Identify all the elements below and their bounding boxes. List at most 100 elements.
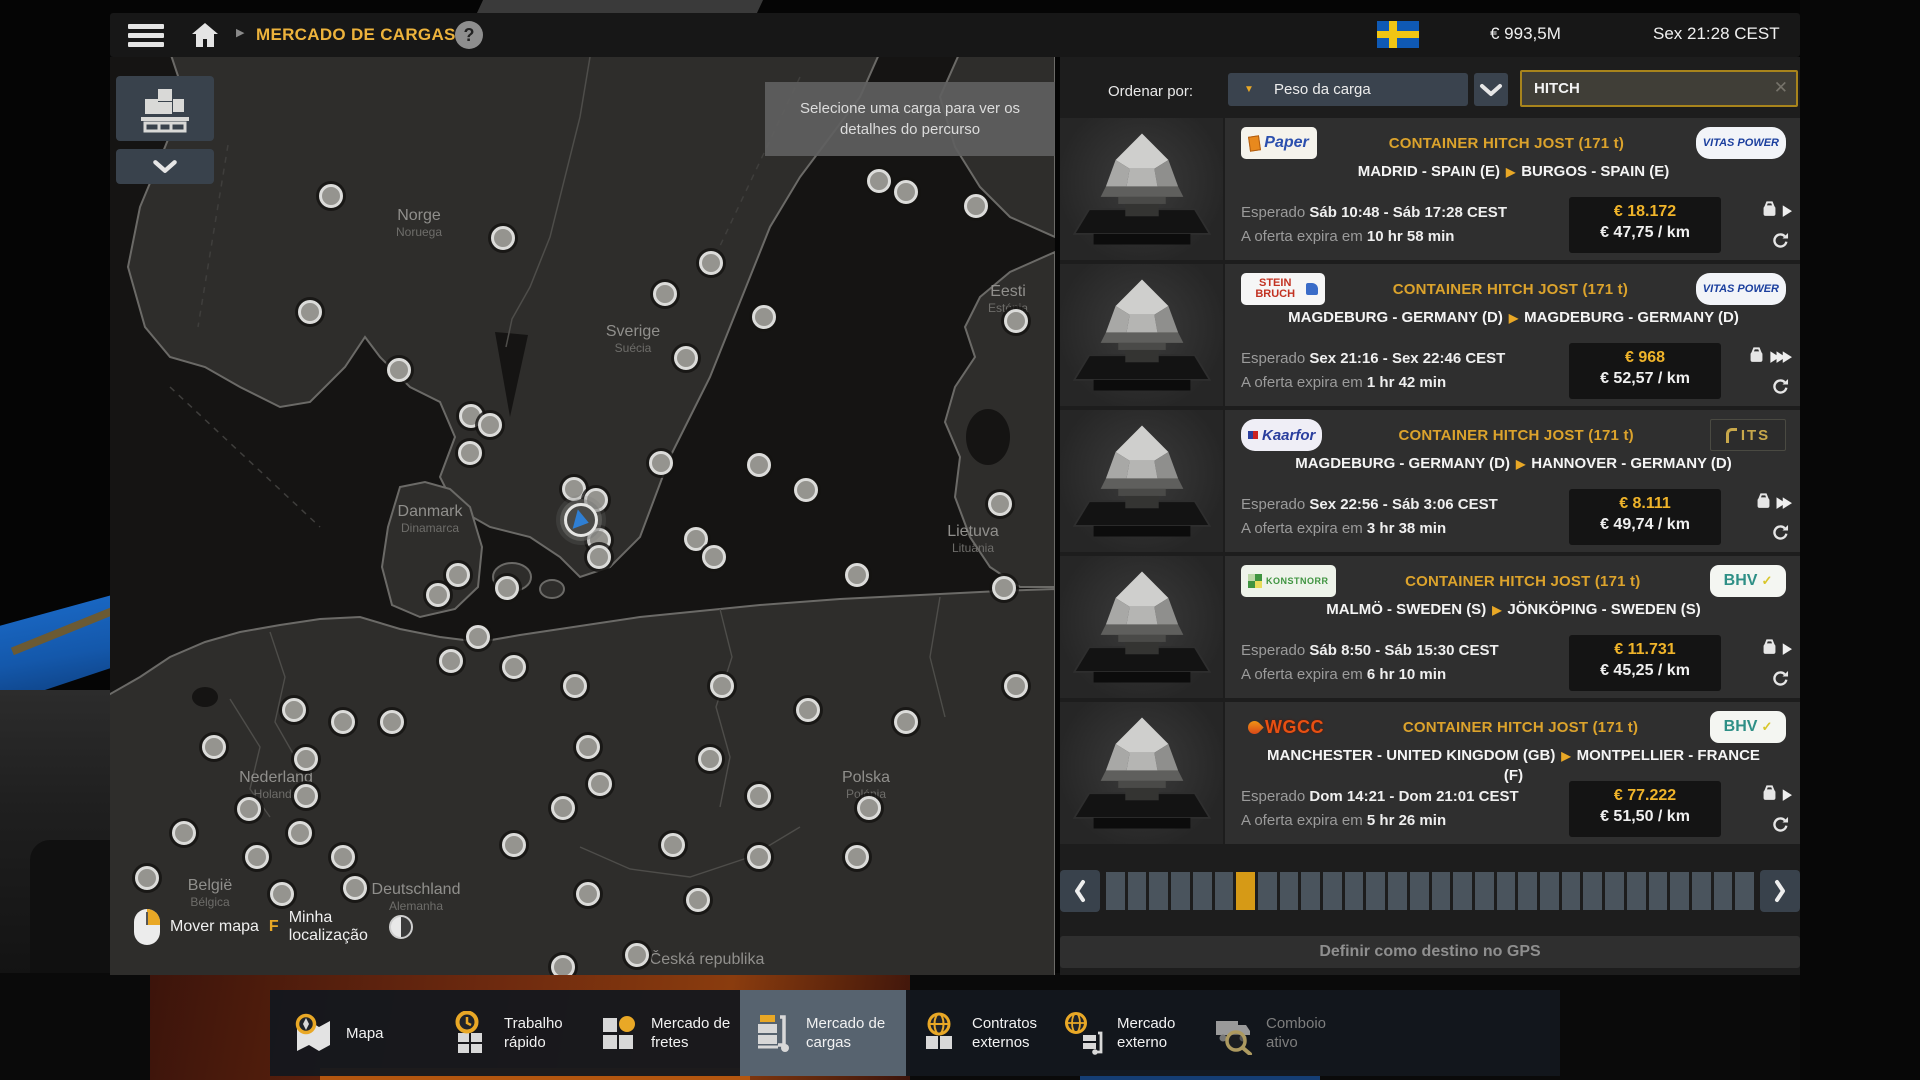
previous-page-button[interactable] — [1060, 870, 1100, 912]
city-dot[interactable] — [845, 563, 869, 587]
city-dot[interactable] — [288, 821, 312, 845]
city-dot[interactable] — [387, 358, 411, 382]
city-dot[interactable] — [576, 882, 600, 906]
nav-item-comboio-ativo[interactable]: Comboio ativo — [1200, 990, 1370, 1076]
menu-icon[interactable] — [128, 24, 164, 47]
city-dot[interactable] — [491, 226, 515, 250]
city-dot[interactable] — [135, 866, 159, 890]
page-block[interactable] — [1540, 872, 1559, 910]
city-dot[interactable] — [894, 180, 918, 204]
page-block[interactable] — [1388, 872, 1407, 910]
nav-item-trabalho-rapido[interactable]: Trabalho rápido — [438, 990, 608, 1076]
city-dot[interactable] — [478, 413, 502, 437]
city-dot[interactable] — [587, 545, 611, 569]
city-dot[interactable] — [298, 300, 322, 324]
home-icon[interactable] — [190, 21, 220, 49]
page-block[interactable] — [1323, 872, 1342, 910]
city-dot[interactable] — [495, 576, 519, 600]
city-dot[interactable] — [674, 346, 698, 370]
city-dot[interactable] — [282, 698, 306, 722]
page-block[interactable] — [1366, 872, 1385, 910]
city-dot[interactable] — [502, 655, 526, 679]
city-dot[interactable] — [563, 674, 587, 698]
page-block[interactable] — [1106, 872, 1125, 910]
city-dot[interactable] — [172, 821, 196, 845]
city-dot[interactable] — [747, 845, 771, 869]
city-dot[interactable] — [747, 784, 771, 808]
city-dot[interactable] — [625, 943, 649, 967]
cargo-offer-row[interactable]: Kaarfor CONTAINER HITCH JOST (171 t) ITS… — [1060, 410, 1800, 552]
help-icon[interactable]: ? — [455, 21, 483, 49]
city-dot[interactable] — [588, 772, 612, 796]
city-dot[interactable] — [319, 184, 343, 208]
page-block[interactable] — [1714, 872, 1733, 910]
cargo-offer-row[interactable]: WGCC CONTAINER HITCH JOST (171 t) BHV MA… — [1060, 702, 1800, 844]
nav-item-mercado-de-fretes[interactable]: Mercado de fretes — [585, 990, 755, 1076]
sort-dropdown[interactable]: ▼ Peso da carga — [1228, 73, 1468, 106]
nav-item-mapa[interactable]: Mapa — [280, 990, 450, 1076]
city-dot[interactable] — [502, 833, 526, 857]
city-dot[interactable] — [845, 845, 869, 869]
page-block[interactable] — [1258, 872, 1277, 910]
city-dot[interactable] — [466, 625, 490, 649]
page-block[interactable] — [1735, 872, 1754, 910]
collapse-panel-button[interactable] — [116, 149, 214, 184]
page-block[interactable] — [1562, 872, 1581, 910]
city-dot[interactable] — [331, 845, 355, 869]
cargo-offer-row[interactable]: KONSTNORR CONTAINER HITCH JOST (171 t) B… — [1060, 556, 1800, 698]
city-dot[interactable] — [439, 649, 463, 673]
city-dot[interactable] — [686, 888, 710, 912]
page-block[interactable] — [1453, 872, 1472, 910]
city-dot[interactable] — [576, 735, 600, 759]
page-block[interactable] — [1497, 872, 1516, 910]
city-dot[interactable] — [343, 876, 367, 900]
cargo-offer-row[interactable]: STEIN BRUCH CONTAINER HITCH JOST (171 t)… — [1060, 264, 1800, 406]
clear-search-icon[interactable]: ✕ — [1774, 78, 1788, 98]
cargo-list-toggle-button[interactable] — [116, 76, 214, 141]
page-block[interactable] — [1128, 872, 1147, 910]
city-dot[interactable] — [1004, 674, 1028, 698]
search-input[interactable] — [1522, 72, 1796, 105]
page-block[interactable] — [1649, 872, 1668, 910]
page-block[interactable] — [1605, 872, 1624, 910]
city-dot[interactable] — [380, 710, 404, 734]
city-dot[interactable] — [661, 833, 685, 857]
city-dot[interactable] — [458, 441, 482, 465]
cargo-offer-row[interactable]: Paper CONTAINER HITCH JOST (171 t) VITAS… — [1060, 118, 1800, 260]
city-dot[interactable] — [710, 674, 734, 698]
city-dot[interactable] — [446, 563, 470, 587]
page-block[interactable] — [1171, 872, 1190, 910]
page-block[interactable] — [1215, 872, 1234, 910]
city-dot[interactable] — [562, 477, 586, 501]
city-dot[interactable] — [270, 882, 294, 906]
city-dot[interactable] — [894, 710, 918, 734]
page-block[interactable] — [1518, 872, 1537, 910]
city-dot[interactable] — [747, 453, 771, 477]
page-block[interactable] — [1149, 872, 1168, 910]
city-dot[interactable] — [426, 583, 450, 607]
sort-expand-button[interactable] — [1474, 73, 1508, 106]
map-mode-toggle-icon[interactable] — [389, 915, 413, 939]
city-dot[interactable] — [992, 576, 1016, 600]
city-dot[interactable] — [331, 710, 355, 734]
city-dot[interactable] — [796, 698, 820, 722]
page-block[interactable] — [1432, 872, 1451, 910]
city-dot[interactable] — [551, 955, 575, 975]
city-dot[interactable] — [202, 735, 226, 759]
city-dot[interactable] — [702, 545, 726, 569]
city-dot[interactable] — [699, 251, 723, 275]
city-dot[interactable] — [988, 492, 1012, 516]
nav-item-mercado-externo[interactable]: Mercado externo — [1051, 990, 1221, 1076]
city-dot[interactable] — [649, 451, 673, 475]
city-dot[interactable] — [867, 169, 891, 193]
page-block[interactable] — [1475, 872, 1494, 910]
nav-item-mercado-de-cargas[interactable]: Mercado de cargas — [740, 990, 906, 1076]
page-block[interactable] — [1627, 872, 1646, 910]
city-dot[interactable] — [245, 845, 269, 869]
map-area[interactable]: NorgeNoruegaSverigeSuéciaEestiEstóniaDan… — [110, 57, 1055, 975]
page-block[interactable] — [1280, 872, 1299, 910]
next-page-button[interactable] — [1760, 870, 1800, 912]
city-dot[interactable] — [857, 796, 881, 820]
city-dot[interactable] — [964, 194, 988, 218]
city-dot[interactable] — [1004, 309, 1028, 333]
